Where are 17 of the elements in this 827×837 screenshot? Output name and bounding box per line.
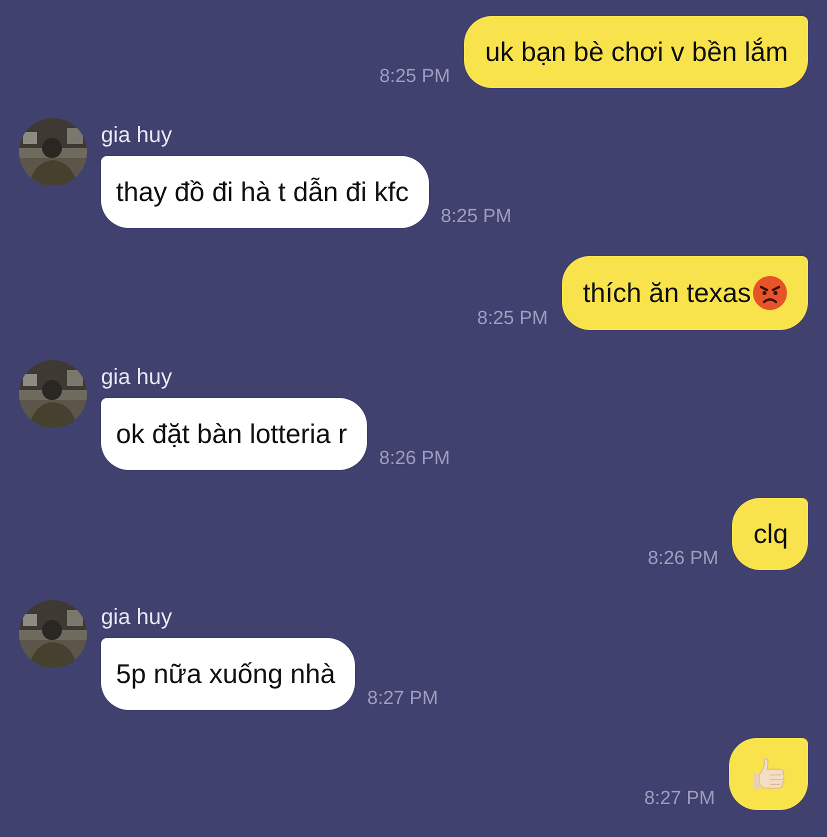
message-text: uk bạn bè chơi v bền lắm bbox=[485, 36, 788, 69]
message-text: ok đặt bàn lotteria r bbox=[116, 418, 348, 451]
message-text: clq bbox=[753, 518, 788, 551]
sender-name: gia huy bbox=[101, 364, 173, 390]
timestamp: 8:25 PM bbox=[379, 66, 450, 88]
sender-name: gia huy bbox=[101, 122, 173, 148]
timestamp: 8:26 PM bbox=[379, 448, 450, 470]
timestamp: 8:25 PM bbox=[477, 308, 548, 330]
timestamp: 8:27 PM bbox=[367, 688, 438, 710]
sender-name: gia huy bbox=[101, 604, 173, 630]
message-text: 5p nữa xuống nhà bbox=[116, 658, 336, 691]
angry-face-icon bbox=[752, 275, 788, 311]
timestamp: 8:26 PM bbox=[648, 548, 718, 570]
timestamp: 8:27 PM bbox=[644, 788, 715, 810]
timestamp: 8:25 PM bbox=[440, 206, 512, 228]
message-text: thay đồ đi hà t dẫn đi kfc bbox=[116, 176, 409, 209]
message-text: thích ăn texas bbox=[582, 277, 751, 310]
